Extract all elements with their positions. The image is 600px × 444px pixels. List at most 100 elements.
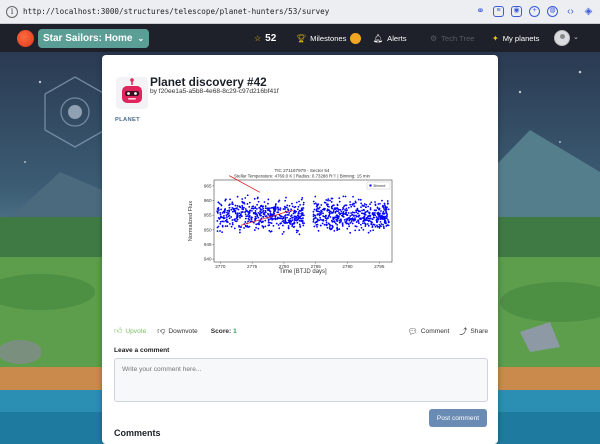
camera-icon[interactable]: ◉ <box>511 6 522 17</box>
flux-point <box>363 203 366 205</box>
flux-point <box>330 201 333 203</box>
share-button[interactable]: ⤴ Share <box>459 326 488 337</box>
flux-point <box>230 208 233 211</box>
flux-point <box>365 219 367 222</box>
flux-point <box>359 223 362 226</box>
flux-point <box>348 219 351 222</box>
flux-point <box>226 209 229 212</box>
flux-point <box>354 229 357 232</box>
nav-milestones[interactable]: 🏆︎ Milestones <box>296 24 362 52</box>
flux-point <box>342 195 345 198</box>
flux-point <box>328 226 331 228</box>
stars-counter[interactable]: ☆ 52 <box>254 24 276 52</box>
url-text[interactable]: http://localhost:3000/structures/telesco… <box>23 7 475 16</box>
flux-point <box>233 227 236 230</box>
flux-point <box>293 215 296 218</box>
flux-point <box>355 214 357 217</box>
flux-point <box>257 227 260 230</box>
flux-point <box>248 210 251 213</box>
flux-point <box>338 200 341 203</box>
nav-tech-tree[interactable]: ⚙ Tech Tree <box>430 24 475 52</box>
flux-point <box>223 214 225 217</box>
flux-point <box>241 211 244 213</box>
comment-button[interactable]: 💬︎ Comment <box>408 326 450 337</box>
flux-point <box>338 221 341 224</box>
flux-point <box>235 220 238 223</box>
milestone-badge-icon <box>350 32 362 44</box>
flux-point <box>378 223 381 226</box>
flux-point <box>248 205 251 208</box>
downvote-button[interactable]: 👎︎ Downvote <box>157 326 197 336</box>
flux-point <box>216 230 219 233</box>
flux-point <box>357 212 359 215</box>
flux-point <box>348 225 351 228</box>
flux-point <box>374 214 377 217</box>
flux-point <box>344 195 347 198</box>
flux-point <box>300 220 303 222</box>
light-curve-chart: TIC 271167979 - Sector 54 Stellar Temper… <box>188 168 393 275</box>
flux-point <box>383 207 385 210</box>
code-icon[interactable]: ‹› <box>565 6 576 17</box>
flux-point <box>354 217 356 220</box>
flux-point <box>299 216 301 219</box>
flux-point <box>328 205 330 208</box>
flux-point <box>332 209 335 211</box>
flux-point <box>298 223 301 226</box>
layers-icon[interactable]: ◈ <box>583 6 594 17</box>
flux-point <box>360 226 363 229</box>
user-avatar[interactable] <box>554 30 570 46</box>
flux-point <box>322 219 325 221</box>
flux-point <box>295 201 298 204</box>
flux-point <box>379 221 382 223</box>
post-comment-button[interactable]: Post comment <box>429 409 487 427</box>
flux-point <box>330 205 333 208</box>
flux-point <box>284 206 287 209</box>
flux-point <box>361 222 364 225</box>
flux-point <box>336 227 338 230</box>
y-tick-label: 960 <box>204 198 212 203</box>
flux-point <box>277 224 280 226</box>
link-icon[interactable]: ⚭ <box>475 6 486 17</box>
flux-point <box>227 212 230 215</box>
flux-point <box>349 215 352 217</box>
nav-my-planets[interactable]: ✦ My planets <box>492 24 539 52</box>
flux-point <box>267 221 270 224</box>
flux-point <box>291 205 294 208</box>
flux-point <box>355 221 358 223</box>
flux-point <box>351 214 353 216</box>
reader-icon[interactable]: ≡ <box>493 6 504 17</box>
flux-point <box>380 210 382 212</box>
nav-alerts[interactable]: 🔔︎ Alerts <box>373 24 407 52</box>
flux-point <box>317 207 320 210</box>
flux-point <box>336 223 339 226</box>
downvote-label: Downvote <box>168 327 198 335</box>
flux-point <box>219 220 222 223</box>
crosshair-icon[interactable]: + <box>529 6 540 17</box>
flux-point <box>267 212 269 215</box>
flux-point <box>350 212 352 214</box>
flux-point <box>319 224 322 227</box>
flux-point <box>358 229 361 232</box>
avatar-chevron-icon[interactable]: ⌄ <box>573 33 579 41</box>
flux-point <box>244 221 247 223</box>
flux-point <box>352 219 355 222</box>
globe-icon[interactable]: ◍ <box>547 6 558 17</box>
flux-point <box>231 222 234 224</box>
home-dropdown-button[interactable]: Star Sailors: Home ⌄ <box>38 28 150 48</box>
flux-point <box>374 209 377 212</box>
flux-point <box>233 218 236 221</box>
flux-point <box>296 221 299 224</box>
flux-point <box>256 203 258 206</box>
flux-point <box>234 204 237 207</box>
flux-point <box>300 198 303 201</box>
flux-point <box>241 198 244 200</box>
info-icon[interactable]: i <box>6 5 18 18</box>
flux-point <box>334 211 337 214</box>
app-logo-icon[interactable] <box>17 29 34 47</box>
flux-point <box>356 207 359 210</box>
comment-input[interactable] <box>114 358 488 402</box>
upvote-button[interactable]: 👍︎ Upvote <box>114 326 146 336</box>
flux-point <box>221 231 224 234</box>
flux-point <box>318 210 321 213</box>
flux-point <box>364 225 367 227</box>
